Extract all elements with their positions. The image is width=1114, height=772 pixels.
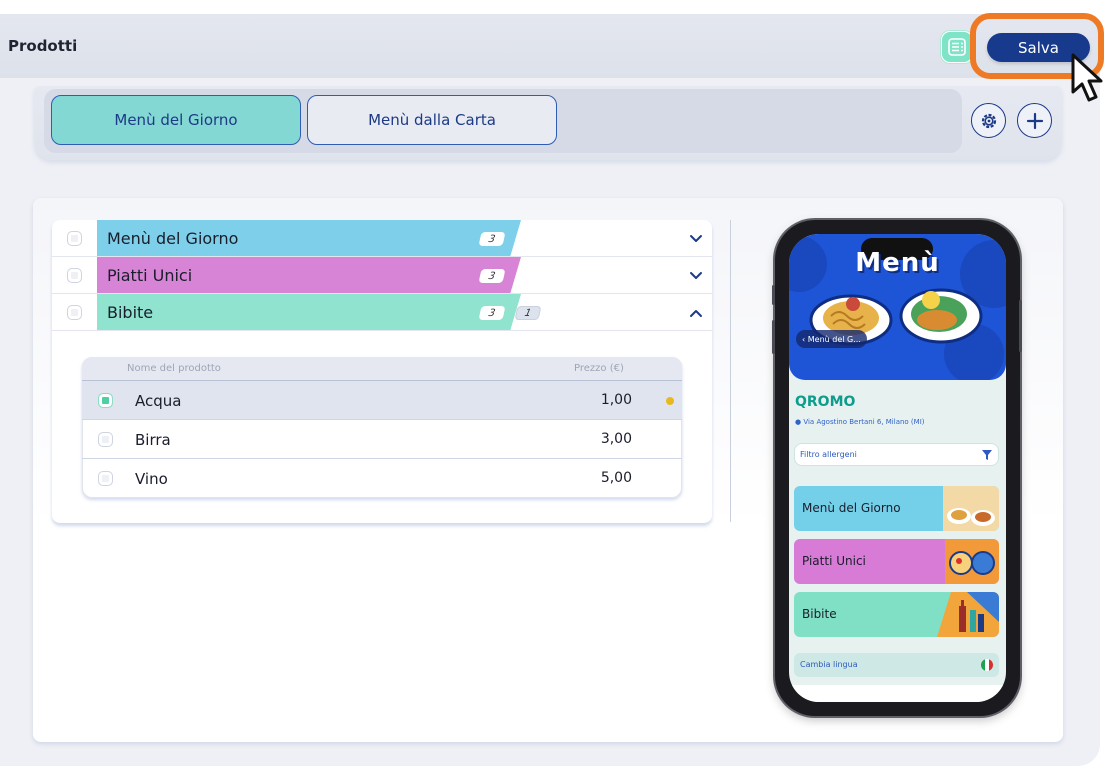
dish-thumbnail	[943, 486, 999, 531]
drink-thumbnail	[937, 592, 999, 637]
phone-side-button	[772, 320, 775, 354]
add-menu-button[interactable]	[1017, 103, 1052, 138]
tab-menu-del-giorno[interactable]: Menù del Giorno	[51, 95, 301, 145]
dish-thumbnail	[945, 539, 999, 584]
preview-address-text: Via Agostino Bertani 6, Milano (MI)	[803, 418, 925, 426]
chevron-down-icon[interactable]	[688, 231, 704, 247]
product-name: Birra	[135, 431, 171, 449]
product-checkbox[interactable]	[98, 471, 113, 486]
category-color-band	[97, 294, 521, 330]
table-row[interactable]: Birra 3,00	[82, 420, 682, 459]
category-name: Menù del Giorno	[107, 229, 239, 248]
gear-icon	[981, 113, 996, 128]
language-label: Cambia lingua	[800, 660, 858, 669]
chevron-down-icon[interactable]	[688, 268, 704, 284]
page-title: Prodotti	[8, 37, 78, 55]
product-name: Acqua	[135, 392, 182, 410]
preview-menu-label: Menù del Giorno	[802, 501, 901, 515]
menu-hero-banner: Menù ‹ Menù del G...	[789, 234, 1006, 380]
category-row-bibite[interactable]: Bibite 3 1	[52, 294, 712, 331]
panel-divider	[730, 220, 731, 522]
preview-menu-label: Piatti Unici	[802, 554, 866, 568]
phone-screen[interactable]: Menù ‹ Menù del G... QROMO ● Via Agostin…	[789, 234, 1006, 702]
category-extra-badge: 1	[514, 306, 542, 320]
category-checkbox[interactable]	[67, 231, 82, 246]
category-row-menu-del-giorno[interactable]: Menù del Giorno 3	[52, 220, 712, 257]
tab-menu-dalla-carta[interactable]: Menù dalla Carta	[307, 95, 557, 145]
preview-bottom-bar	[789, 685, 1006, 702]
category-count-badge: 3	[478, 232, 506, 246]
preview-menu-label: Bibite	[802, 607, 837, 621]
list-icon	[948, 38, 966, 56]
phone-side-button	[772, 285, 775, 305]
column-header-price: Prezzo (€)	[574, 363, 624, 374]
preview-back-chip[interactable]: ‹ Menù del G...	[796, 330, 867, 348]
products-table-header: Nome del prodotto Prezzo (€)	[82, 357, 682, 381]
preview-brand: QROMO	[795, 394, 856, 410]
product-price: 3,00	[600, 431, 632, 447]
category-count-badge: 3	[478, 306, 506, 320]
product-name: Vino	[135, 470, 168, 488]
product-price: 5,00	[600, 470, 632, 486]
location-pin-icon: ●	[795, 418, 802, 426]
product-price: 1,00	[600, 392, 632, 408]
preview-menu-card[interactable]: Bibite	[794, 592, 999, 637]
settings-button[interactable]	[971, 103, 1006, 138]
phone-side-button	[1019, 300, 1022, 352]
preview-menu-card[interactable]: Piatti Unici	[794, 539, 999, 584]
filter-label: Filtro allergeni	[800, 450, 857, 459]
status-dot	[666, 397, 674, 405]
plus-icon	[1026, 112, 1043, 129]
category-checkbox[interactable]	[67, 268, 82, 283]
category-checkbox[interactable]	[67, 305, 82, 320]
preview-allergen-filter[interactable]: Filtro allergeni	[794, 443, 999, 466]
italian-flag-icon	[981, 659, 993, 671]
filter-icon	[982, 450, 992, 460]
product-checkbox[interactable]	[98, 393, 113, 408]
preview-address: ● Via Agostino Bertani 6, Milano (MI)	[795, 418, 925, 426]
preview-menu-card[interactable]: Menù del Giorno	[794, 486, 999, 531]
category-row-piatti-unici[interactable]: Piatti Unici 3	[52, 257, 712, 294]
category-name: Piatti Unici	[107, 266, 193, 285]
page-header	[0, 14, 1100, 78]
table-row[interactable]: Acqua 1,00	[82, 381, 682, 420]
chevron-up-icon[interactable]	[688, 305, 704, 321]
table-row[interactable]: Vino 5,00	[82, 459, 682, 498]
preview-language-switch[interactable]: Cambia lingua	[794, 653, 999, 677]
preview-hero-title: Menù	[855, 248, 940, 278]
product-checkbox[interactable]	[98, 432, 113, 447]
column-header-name: Nome del prodotto	[127, 363, 221, 374]
list-view-toggle[interactable]	[941, 31, 973, 63]
category-count-badge: 3	[478, 269, 506, 283]
category-name: Bibite	[107, 303, 154, 322]
mouse-cursor-icon	[1071, 53, 1103, 102]
